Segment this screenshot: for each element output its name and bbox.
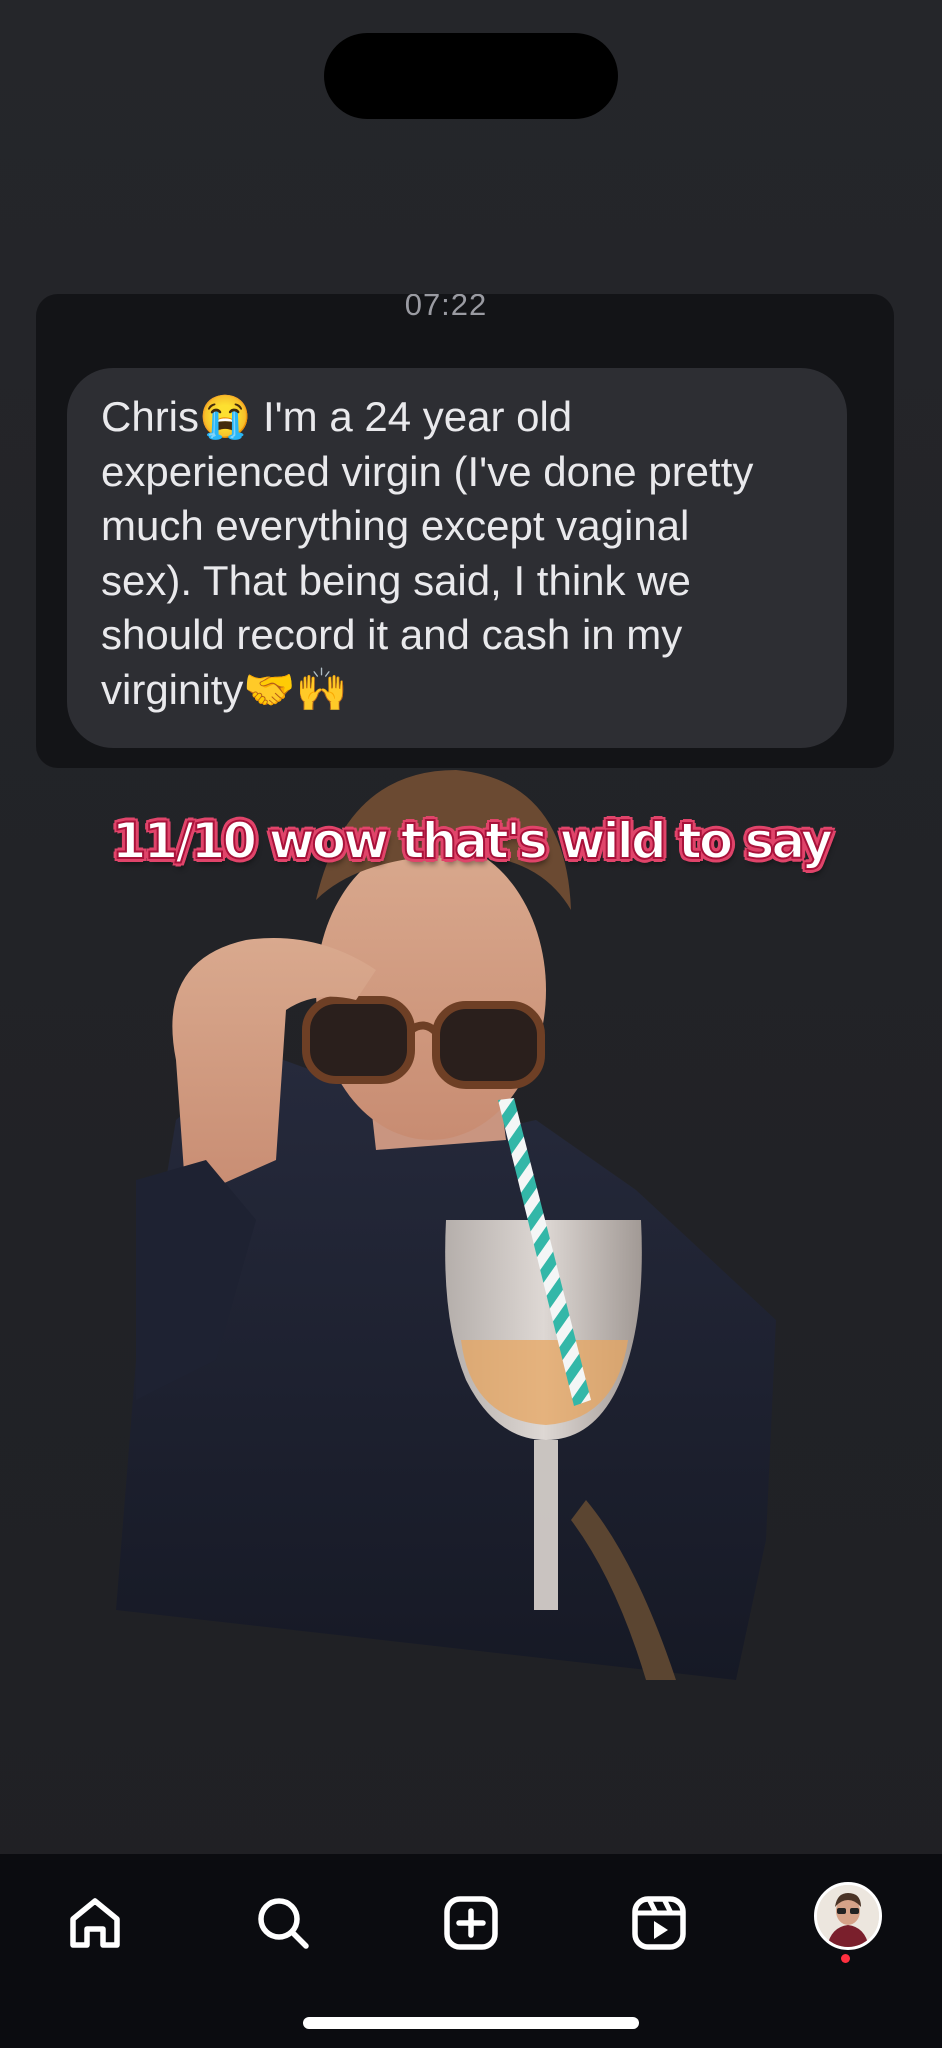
avatar-photo-icon bbox=[817, 1885, 879, 1947]
tab-search[interactable] bbox=[246, 1886, 320, 1960]
message-screenshot: 07:22 Chris😭 I'm a 24 year old experienc… bbox=[36, 294, 894, 768]
tab-home[interactable] bbox=[58, 1886, 132, 1960]
tab-reels[interactable] bbox=[622, 1886, 696, 1960]
video-caption: 11/10 wow that's wild to say bbox=[111, 811, 834, 871]
plus-square-icon bbox=[444, 1896, 498, 1950]
reel-screen: 07:22 Chris😭 I'm a 24 year old experienc… bbox=[0, 0, 942, 2048]
bottom-tab-bar bbox=[0, 1854, 942, 2048]
message-bubble: Chris😭 I'm a 24 year old experienced vir… bbox=[67, 368, 847, 748]
greenscreen-photo bbox=[116, 760, 796, 1680]
reels-icon bbox=[632, 1896, 686, 1950]
dynamic-island bbox=[324, 33, 618, 119]
tab-create[interactable] bbox=[434, 1886, 508, 1960]
search-icon bbox=[258, 1898, 309, 1949]
message-timestamp: 07:22 bbox=[404, 294, 488, 322]
notification-dot bbox=[841, 1954, 850, 1963]
profile-avatar[interactable] bbox=[814, 1882, 882, 1950]
home-indicator[interactable] bbox=[303, 2017, 639, 2029]
person-photo bbox=[116, 770, 776, 1680]
home-icon bbox=[70, 1898, 120, 1948]
message-text: Chris😭 I'm a 24 year old experienced vir… bbox=[101, 393, 754, 713]
